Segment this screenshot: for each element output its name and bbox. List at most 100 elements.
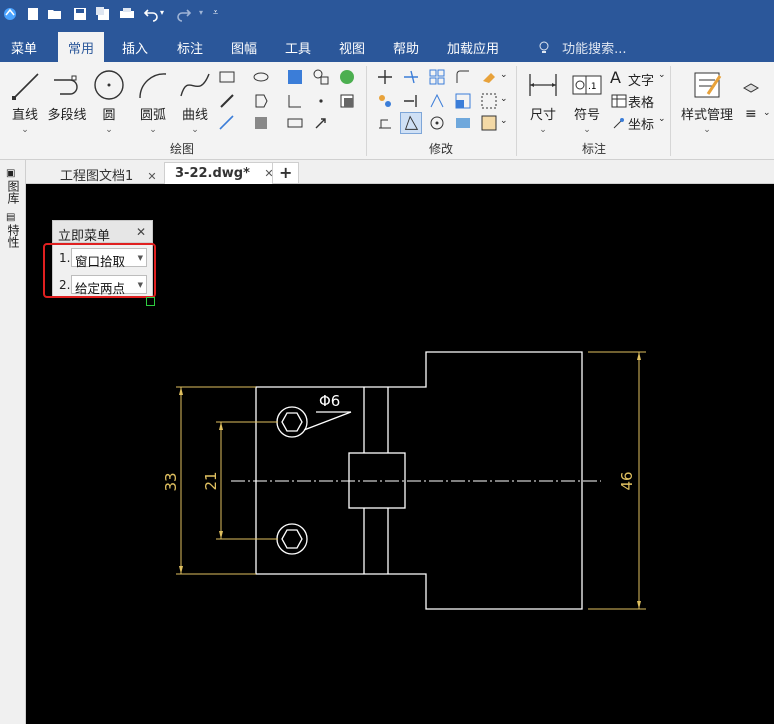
more-menu-icon[interactable]: ≡ <box>745 106 757 122</box>
fillet-icon[interactable] <box>454 68 472 86</box>
side-tab-properties[interactable]: ▤ 特性 <box>6 210 20 251</box>
arc-tool-button[interactable]: 圆弧 ⌄ <box>130 68 176 138</box>
menu-annotate[interactable]: 标注 <box>177 38 203 57</box>
text-tool-label[interactable]: 文字 <box>628 70 654 89</box>
chevron-down-icon: ⌄ <box>149 125 157 135</box>
close-icon[interactable]: ✕ <box>147 170 156 183</box>
side-tab-library[interactable]: ▣ 图库 <box>6 166 20 207</box>
menu-common[interactable]: 常用 <box>58 32 105 62</box>
undo-icon[interactable] <box>143 6 159 22</box>
redo-icon[interactable] <box>176 6 192 22</box>
symbol-tool-button[interactable]: .1 符号 ⌄ <box>564 68 610 138</box>
circle-tool-button[interactable]: 圆 ⌄ <box>86 68 132 138</box>
menu-help[interactable]: 帮助 <box>393 38 419 57</box>
doc-tab-label: 3-22.dwg* <box>175 166 250 181</box>
line-icon <box>12 73 39 100</box>
parallel-line-icon[interactable] <box>218 114 236 132</box>
image-icon[interactable] <box>338 68 356 86</box>
doc-tab-3-22[interactable]: 3-22.dwg* ✕ <box>164 162 283 184</box>
search-placeholder: 功能搜索... <box>562 42 627 57</box>
save-all-icon[interactable] <box>95 6 111 22</box>
ribbon-separator <box>366 66 367 156</box>
coordinate-tool-label[interactable]: 坐标 <box>628 114 654 133</box>
dimension-tool-button[interactable]: 尺寸 ⌄ <box>520 68 566 138</box>
spline-icon <box>180 73 210 97</box>
centerline-icon[interactable] <box>218 92 236 110</box>
polyline-tool-button[interactable]: 多段线 <box>44 68 90 138</box>
break-icon[interactable] <box>400 112 422 134</box>
trim-icon[interactable] <box>402 68 420 86</box>
immediate-menu-title-bar[interactable]: 立即菜单 ✕ <box>53 221 152 244</box>
line-tool-button[interactable]: 直线 ⌄ <box>2 68 48 138</box>
block-icon[interactable] <box>312 68 330 86</box>
offset-icon[interactable] <box>252 114 270 132</box>
style-manager-button[interactable]: 样式管理 ⌄ <box>678 68 736 138</box>
circle-tool-label: 圆 <box>102 108 116 123</box>
draw-group-label: 绘图 <box>170 142 195 156</box>
table-tool-label[interactable]: 表格 <box>628 92 654 111</box>
spline-edit-icon[interactable] <box>286 114 304 132</box>
properties-brush-icon[interactable] <box>480 114 498 132</box>
chevron-down-icon: ⌄ <box>539 125 547 135</box>
copy-icon[interactable] <box>376 92 394 110</box>
side-panel: ▣ 图库 ▤ 特性 <box>0 160 26 724</box>
point-icon[interactable] <box>312 92 330 110</box>
line-tool-label: 直线 <box>11 108 38 123</box>
menu-view[interactable]: 视图 <box>339 38 365 57</box>
print-icon[interactable] <box>119 6 135 22</box>
scale-icon[interactable] <box>454 92 472 110</box>
chevron-down-icon[interactable]: ⌄ <box>500 116 508 126</box>
undo-dropdown-icon[interactable]: ▾ <box>160 8 164 17</box>
extend-icon[interactable] <box>402 92 420 110</box>
doc-tab-label: 工程图文档1 <box>60 169 134 184</box>
rectangle-icon[interactable] <box>218 68 236 86</box>
move-icon[interactable] <box>376 68 394 86</box>
chevron-down-icon[interactable]: ⌄ <box>763 108 771 118</box>
text-a-icon[interactable]: A <box>610 68 621 87</box>
edit-block-icon[interactable] <box>454 114 472 132</box>
hex-nut <box>281 412 303 432</box>
angle-line-icon[interactable] <box>286 92 304 110</box>
dimension-icon <box>529 74 557 96</box>
eraser-icon[interactable] <box>480 68 498 86</box>
redo-dropdown-icon[interactable]: ▾ <box>199 8 203 17</box>
side-tab-library-label: 图库 <box>6 180 20 204</box>
curve-tool-button[interactable]: 曲线 ⌄ <box>172 68 218 138</box>
function-search[interactable]: 功能搜索... <box>538 38 627 57</box>
menu-load-apps[interactable]: 加载应用 <box>447 38 499 57</box>
new-tab-button[interactable]: + <box>272 162 300 184</box>
rotate-icon[interactable] <box>428 114 446 132</box>
doc-tab-drawing1[interactable]: 工程图文档1 ✕ <box>50 162 165 184</box>
menu-sheet[interactable]: 图幅 <box>231 38 257 57</box>
style-manager-label: 样式管理 <box>680 108 733 123</box>
layer-icon[interactable] <box>742 80 760 98</box>
array-icon[interactable] <box>428 68 446 86</box>
ellipse-icon[interactable] <box>252 68 270 86</box>
new-file-icon[interactable] <box>25 6 41 22</box>
arrow-icon[interactable] <box>312 114 330 132</box>
coordinate-icon[interactable] <box>610 114 628 132</box>
explode-icon[interactable] <box>480 92 498 110</box>
mirror-icon[interactable] <box>428 92 446 110</box>
polygon-icon[interactable] <box>252 92 270 110</box>
geometric-tolerance-icon: .1 <box>572 75 602 95</box>
save-icon[interactable] <box>72 6 88 22</box>
table-icon[interactable] <box>610 92 628 110</box>
menu-main[interactable]: 菜单 <box>11 38 37 57</box>
region-icon[interactable] <box>338 92 356 110</box>
open-folder-icon[interactable] <box>47 6 63 22</box>
stretch-icon[interactable] <box>376 114 394 132</box>
hatch-icon[interactable] <box>286 68 304 86</box>
pick-cursor <box>146 297 155 306</box>
menu-tools[interactable]: 工具 <box>285 38 311 57</box>
symbol-tool-label: 符号 <box>573 108 600 123</box>
app-logo-icon <box>4 8 16 20</box>
customize-quick-access-icon[interactable]: ⩡ <box>213 8 218 18</box>
chevron-down-icon[interactable]: ⌄ <box>500 70 508 80</box>
chevron-down-icon[interactable]: ⌄ <box>500 94 508 104</box>
chevron-down-icon[interactable]: ⌄ <box>658 114 666 124</box>
chevron-down-icon[interactable]: ⌄ <box>658 70 666 80</box>
immediate-menu-title: 立即菜单 <box>58 229 111 244</box>
close-icon[interactable]: ✕ <box>136 225 146 239</box>
menu-insert[interactable]: 插入 <box>122 38 148 57</box>
